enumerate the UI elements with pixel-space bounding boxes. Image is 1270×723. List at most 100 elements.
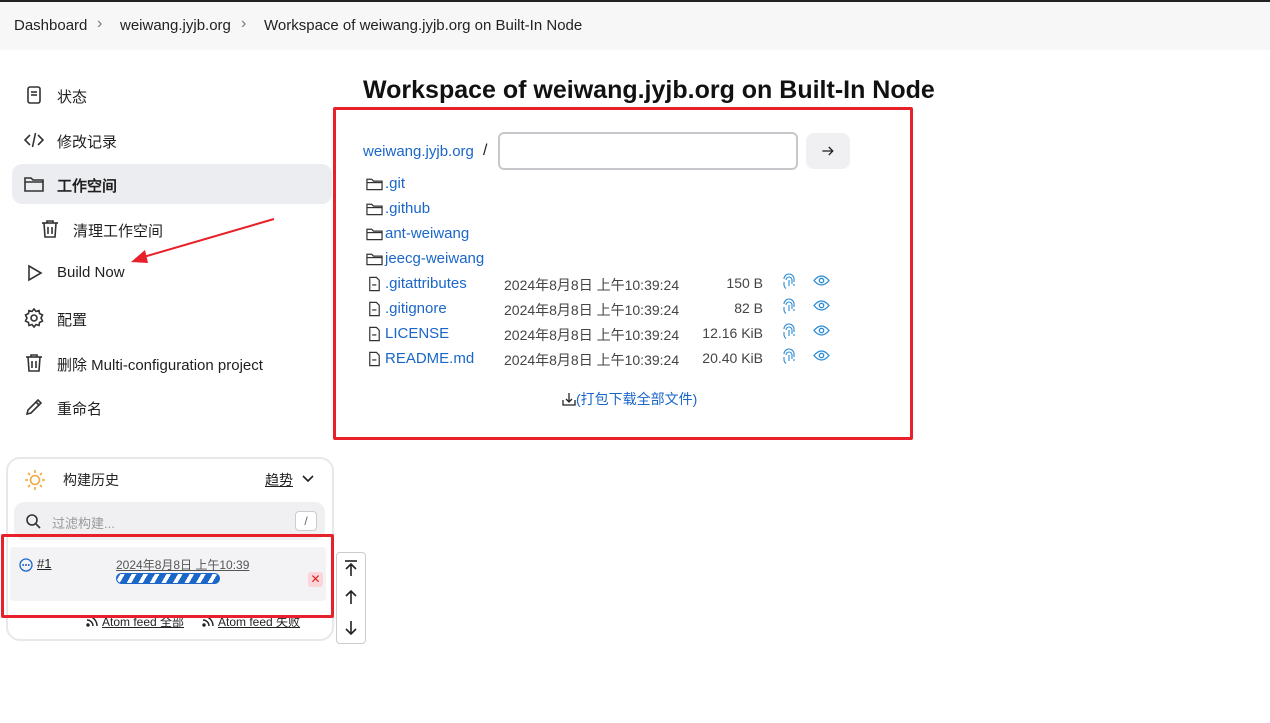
build-date-link[interactable]: 2024年8月8日 上午10:39: [116, 556, 249, 573]
file-size: 82 B: [734, 300, 763, 316]
list-item: .git: [366, 173, 836, 195]
go-button[interactable]: [806, 133, 850, 169]
build-progress-bar: [116, 573, 220, 584]
list-item: README.md 2024年8月8日 上午10:39:24 20.40 KiB: [366, 348, 836, 370]
trend-link[interactable]: 趋势: [265, 470, 293, 490]
sidebar-item-label: 修改记录: [57, 134, 118, 151]
file-icon: [369, 351, 380, 367]
in-progress-icon: [19, 558, 33, 572]
eye-icon[interactable]: [813, 299, 830, 312]
breadcrumb-separator: ›: [241, 15, 247, 32]
atom-feed-failed-link[interactable]: Atom feed 失败: [202, 613, 300, 630]
file-date: 2024年8月8日 上午10:39:24: [504, 327, 680, 343]
workspace-root-link[interactable]: weiwang.jyjb.org: [363, 143, 474, 160]
sidebar-item-label: 配置: [57, 312, 88, 329]
pencil-icon: [25, 398, 43, 416]
file-link[interactable]: .gitattributes: [385, 275, 467, 292]
path-input[interactable]: [498, 132, 798, 170]
shortcut-badge: /: [295, 511, 317, 531]
folder-link[interactable]: jeecg-weiwang: [385, 250, 484, 267]
breadcrumb-separator: ›: [97, 15, 103, 32]
build-filter-placeholder: 过滤构建...: [52, 516, 115, 531]
play-icon: [28, 264, 43, 282]
list-item: jeecg-weiwang: [366, 248, 836, 270]
sidebar-item-label: Build Now: [57, 264, 125, 281]
file-size: 12.16 KiB: [702, 325, 763, 341]
file-icon: [369, 326, 380, 342]
atom-feed-failed-label: Atom feed 失败: [218, 615, 301, 629]
scroll-controls: [336, 552, 366, 644]
file-link[interactable]: .gitignore: [385, 300, 447, 317]
list-item: ant-weiwang: [366, 223, 836, 245]
atom-feed-all-link[interactable]: Atom feed 全部: [86, 613, 184, 630]
trash-icon: [26, 354, 42, 372]
file-size: 20.40 KiB: [702, 350, 763, 366]
list-item: .gitignore 2024年8月8日 上午10:39:24 82 B: [366, 298, 836, 320]
list-item: .github: [366, 198, 836, 220]
build-history-title: 构建历史: [63, 472, 119, 488]
scroll-top-icon[interactable]: [343, 559, 359, 577]
download-all-link[interactable]: (打包下载全部文件): [562, 389, 697, 409]
folder-link[interactable]: .git: [385, 175, 405, 192]
fingerprint-icon[interactable]: [782, 273, 796, 290]
rss-icon: [202, 615, 214, 627]
fingerprint-icon[interactable]: [782, 298, 796, 315]
arrow-right-icon: [822, 146, 834, 156]
sidebar-item-delete-project[interactable]: 删除 Multi-configuration project: [12, 343, 332, 383]
breadcrumb-project[interactable]: weiwang.jyjb.org: [120, 17, 231, 34]
page-title: Workspace of weiwang.jyjb.org on Built-I…: [363, 76, 935, 104]
trash-icon: [42, 220, 58, 238]
folder-icon: [24, 177, 44, 192]
folder-link[interactable]: .github: [385, 200, 430, 217]
fingerprint-icon[interactable]: [782, 323, 796, 340]
eye-icon[interactable]: [813, 349, 830, 362]
atom-feed-all-label: Atom feed 全部: [102, 615, 185, 629]
eye-icon[interactable]: [813, 324, 830, 337]
sun-icon: [25, 470, 45, 490]
sidebar-item-status[interactable]: 状态: [12, 75, 332, 115]
search-icon: [26, 514, 41, 529]
sidebar-item-build-now[interactable]: Build Now: [12, 253, 332, 293]
sidebar-item-configure[interactable]: 配置: [12, 298, 332, 338]
breadcrumb-dashboard[interactable]: Dashboard: [14, 17, 87, 34]
sidebar-item-label: 清理工作空间: [73, 223, 164, 240]
sidebar-item-label: 状态: [57, 89, 88, 106]
path-separator: /: [483, 142, 488, 159]
file-date: 2024年8月8日 上午10:39:24: [504, 352, 680, 368]
rss-icon: [86, 615, 98, 627]
folder-icon: [366, 203, 383, 216]
cancel-build-button[interactable]: ✕: [308, 572, 323, 587]
sidebar-item-label: 工作空间: [57, 178, 118, 195]
file-link[interactable]: README.md: [385, 350, 474, 367]
folder-icon: [366, 178, 383, 191]
folder-icon: [366, 253, 383, 266]
list-item: .gitattributes 2024年8月8日 上午10:39:24 150 …: [366, 273, 836, 295]
sidebar-item-label: 删除 Multi-configuration project: [57, 357, 263, 374]
scroll-up-icon[interactable]: [343, 588, 359, 606]
breadcrumb: Dashboard › weiwang.jyjb.org › Workspace…: [0, 0, 1270, 50]
file-link[interactable]: LICENSE: [385, 325, 449, 342]
document-icon: [27, 86, 41, 104]
fingerprint-icon[interactable]: [782, 348, 796, 365]
sidebar-item-rename[interactable]: 重命名: [12, 387, 332, 427]
download-icon: [562, 393, 576, 406]
breadcrumb-workspace[interactable]: Workspace of weiwang.jyjb.org on Built-I…: [264, 17, 582, 34]
file-date: 2024年8月8日 上午10:39:24: [504, 277, 680, 293]
file-icon: [369, 276, 380, 292]
folder-link[interactable]: ant-weiwang: [385, 225, 469, 242]
gear-icon: [24, 308, 44, 328]
folder-icon: [366, 228, 383, 241]
build-number-link[interactable]: #1: [37, 556, 51, 571]
chevron-down-icon[interactable]: [302, 474, 314, 484]
build-filter[interactable]: 过滤构建... /: [14, 502, 325, 540]
sidebar-item-wipe-workspace[interactable]: 清理工作空间: [28, 209, 328, 249]
scroll-down-icon[interactable]: [343, 619, 359, 637]
code-icon: [24, 132, 44, 148]
eye-icon[interactable]: [813, 274, 830, 287]
sidebar-item-label: 重命名: [57, 401, 103, 418]
list-item: LICENSE 2024年8月8日 上午10:39:24 12.16 KiB: [366, 323, 836, 345]
build-row[interactable]: #1 2024年8月8日 上午10:39 ✕: [10, 547, 326, 601]
sidebar-item-changes[interactable]: 修改记录: [12, 120, 332, 160]
sidebar-item-workspace[interactable]: 工作空间: [12, 164, 332, 204]
download-all-label: (打包下载全部文件): [576, 391, 698, 407]
